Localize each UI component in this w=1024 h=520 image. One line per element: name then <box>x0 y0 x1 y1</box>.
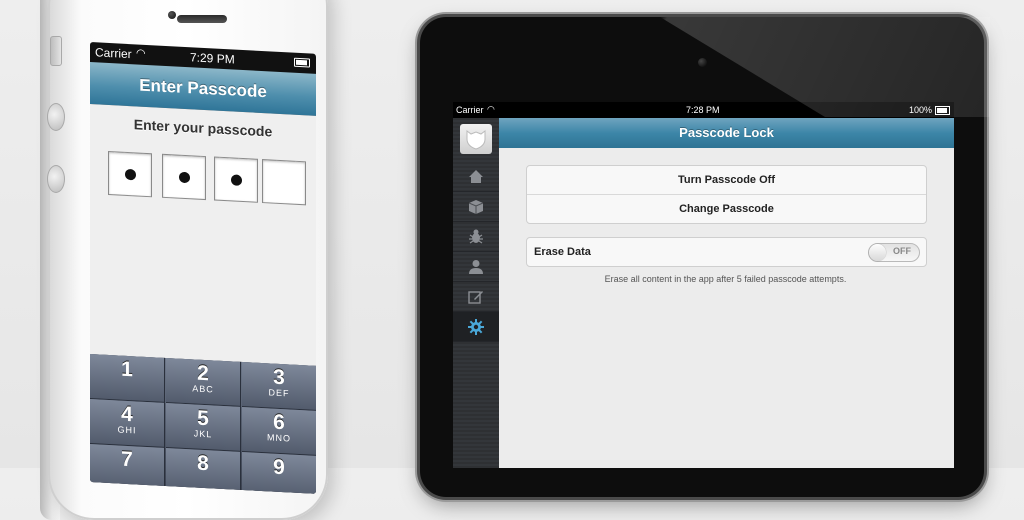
keypad-key-9[interactable]: 9 <box>242 451 316 494</box>
key-digit: 1 <box>121 357 133 382</box>
page-title: Passcode Lock <box>499 118 954 148</box>
sidebar-item-edit[interactable] <box>453 282 499 312</box>
pin-dot <box>125 168 136 181</box>
change-passcode-button[interactable]: Change Passcode <box>527 194 926 223</box>
erase-data-label: Erase Data <box>534 246 591 258</box>
ipad-carrier-label: Carrier <box>456 105 484 115</box>
iphone-front-camera <box>168 11 176 19</box>
edit-icon <box>468 291 483 304</box>
battery-icon <box>294 57 310 68</box>
keypad-key-5[interactable]: 5 JKL <box>166 402 241 452</box>
pin-dot <box>231 174 242 186</box>
ipad-status-bar: Carrier ◠ 7:28 PM 100% <box>453 102 954 118</box>
keypad-key-2[interactable]: 2 ABC <box>166 357 241 407</box>
sidebar-item-home[interactable] <box>453 162 499 192</box>
app-logo <box>460 124 492 154</box>
user-icon <box>469 260 483 274</box>
settings-content: Turn Passcode Off Change Passcode Erase … <box>499 148 954 468</box>
keypad-key-1[interactable]: 1 <box>90 354 165 403</box>
sidebar-item-settings[interactable] <box>453 312 499 342</box>
volume-up-button <box>47 103 65 131</box>
battery-percent: 100% <box>908 105 932 115</box>
ipad-wifi-icon: ◠ <box>487 104 495 114</box>
erase-data-toggle[interactable]: OFF <box>868 243 920 262</box>
passcode-content <box>90 104 316 366</box>
numeric-keypad: 1 2 ABC 3 DEF 4 GHI 5 JKL 6 MNO 7 8 9 <box>90 354 316 494</box>
erase-data-footnote: Erase all content in the app after 5 fai… <box>604 274 847 284</box>
sidebar-item-box[interactable] <box>453 192 499 222</box>
turn-passcode-off-button[interactable]: Turn Passcode Off <box>527 166 926 194</box>
ipad-front-camera <box>698 58 707 67</box>
pin-box <box>108 150 152 198</box>
toggle-state-label: OFF <box>893 246 911 256</box>
key-digit: 8 <box>197 451 209 476</box>
ipad-battery-icon <box>935 106 950 115</box>
status-time: 7:29 PM <box>190 50 235 67</box>
home-icon <box>469 170 483 183</box>
pin-box <box>214 156 258 203</box>
sidebar-item-bug[interactable] <box>453 222 499 252</box>
pin-dot <box>179 171 190 184</box>
toggle-knob <box>869 244 886 261</box>
shield-icon <box>466 130 486 150</box>
ipad-screen: Carrier ◠ 7:28 PM 100% Passcode Lock Tur… <box>453 102 954 468</box>
pin-box <box>262 159 306 206</box>
keypad-key-3[interactable]: 3 DEF <box>242 361 316 411</box>
iphone-screen: Carrier ◠ 7:29 PM Enter Passcode Enter y… <box>90 42 316 494</box>
erase-data-row: Erase Data OFF <box>526 237 927 267</box>
pin-box <box>162 153 206 201</box>
carrier-label: Carrier <box>95 45 132 62</box>
box-icon <box>468 200 484 214</box>
mute-switch <box>50 36 62 66</box>
gear-icon <box>468 319 484 335</box>
bug-icon <box>469 229 483 244</box>
sidebar <box>453 118 499 468</box>
ipad-status-time: 7:28 PM <box>686 105 720 115</box>
volume-down-button <box>47 165 65 193</box>
passcode-actions-group: Turn Passcode Off Change Passcode <box>526 165 927 224</box>
sidebar-item-user[interactable] <box>453 252 499 282</box>
keypad-key-4[interactable]: 4 GHI <box>90 399 165 448</box>
keypad-key-6[interactable]: 6 MNO <box>242 406 316 456</box>
key-digit: 7 <box>121 447 133 472</box>
iphone-speaker <box>177 15 227 23</box>
wifi-icon: ◠ <box>136 47 146 60</box>
